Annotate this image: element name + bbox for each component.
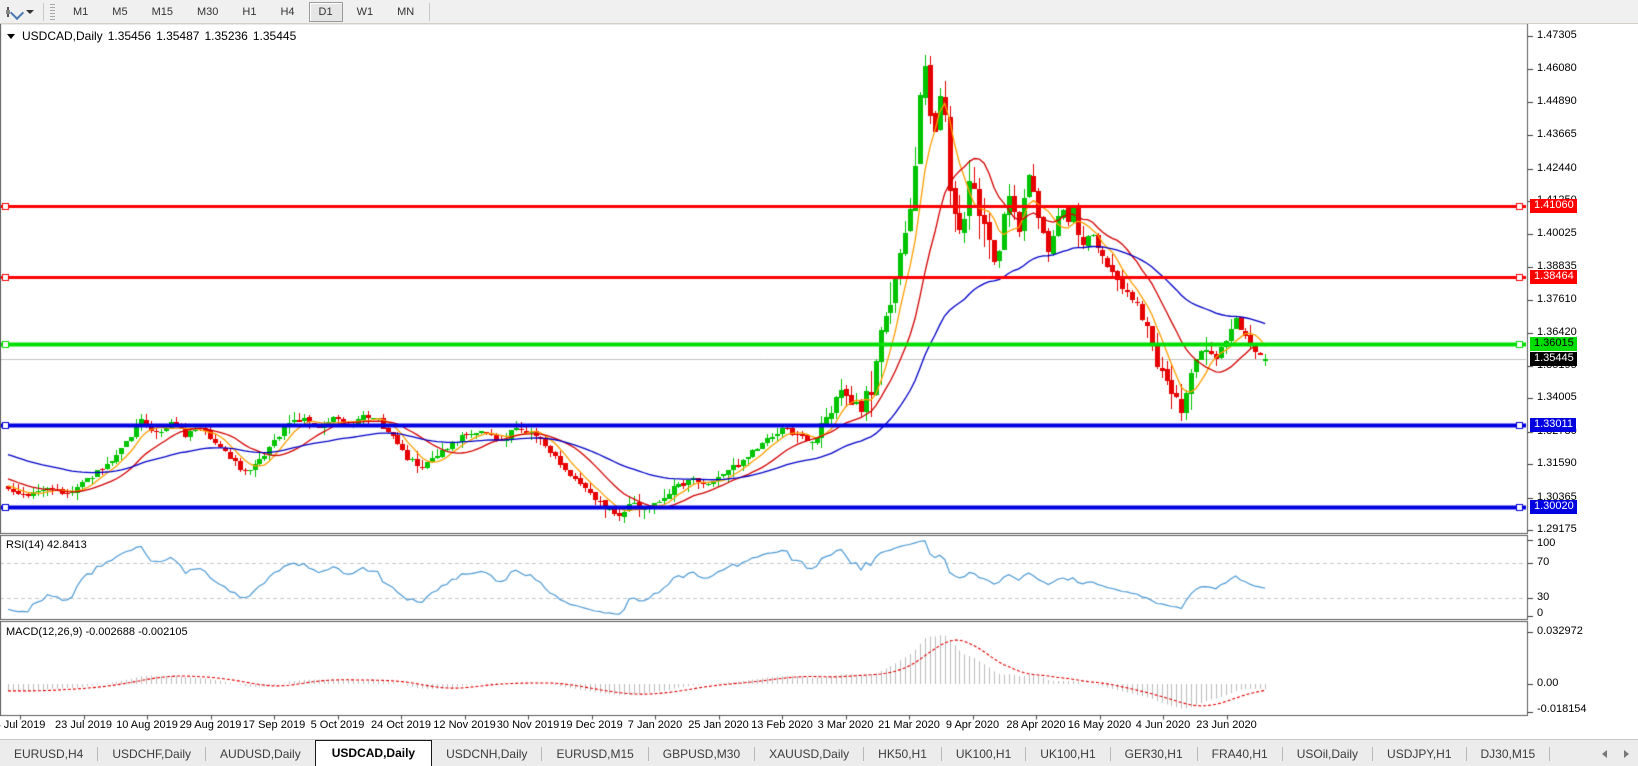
level-price-tag: 1.38464 bbox=[1530, 270, 1577, 284]
toolbar-separator bbox=[43, 2, 44, 21]
rsi-tick-label: 100 bbox=[1537, 536, 1556, 549]
macd-tick-label: 0.032972 bbox=[1537, 625, 1583, 637]
rsi-tick-label: 0 bbox=[1537, 606, 1544, 619]
date-tick-label: 13 Feb 2020 bbox=[751, 719, 813, 731]
date-tick-label: 17 Sep 2019 bbox=[242, 719, 306, 731]
price-tick-label: 1.37610 bbox=[1537, 293, 1577, 305]
date-tick-label: 12 Nov 2019 bbox=[433, 719, 496, 731]
date-tick-label: 19 Dec 2019 bbox=[560, 719, 623, 731]
price-tick-label: 1.34005 bbox=[1537, 391, 1577, 403]
timeframe-button-m30[interactable]: M30 bbox=[187, 2, 228, 22]
chart-tab-bar: EURUSD,H4 USDCHF,Daily AUDUSD,Daily USDCAD,… bbox=[0, 739, 1638, 766]
price-tick-label: 1.40025 bbox=[1537, 227, 1577, 239]
chart-tab-usdjpy-h1[interactable]: USDJPY,H1 bbox=[1373, 742, 1465, 766]
level-price-tag: 1.41060 bbox=[1530, 199, 1577, 213]
collapse-indicator-icon[interactable] bbox=[7, 33, 15, 39]
ohlc-close: 1.35445 bbox=[252, 29, 297, 43]
date-tick-label: 23 Jun 2020 bbox=[1196, 719, 1257, 731]
chart-tab-gbpusd-m30[interactable]: GBPUSD,M30 bbox=[649, 742, 754, 766]
chart-tab-hk50-h1[interactable]: HK50,H1 bbox=[864, 742, 941, 766]
timeframe-button-h4[interactable]: H4 bbox=[270, 2, 304, 22]
timeframe-button-d1[interactable]: D1 bbox=[308, 1, 343, 22]
rsi-panel-title: RSI(14) 42.8413 bbox=[6, 539, 87, 551]
timeframe-button-m1[interactable]: M1 bbox=[63, 2, 98, 22]
price-tick-label: 1.47305 bbox=[1537, 29, 1577, 41]
level-price-tag: 1.33011 bbox=[1530, 418, 1576, 432]
chart-tab-usdcad-daily[interactable]: USDCAD,Daily bbox=[314, 740, 433, 766]
chart-tab-xauusd-daily[interactable]: XAUUSD,Daily bbox=[755, 742, 863, 766]
price-tick-label: 1.46080 bbox=[1537, 62, 1577, 74]
tab-separator bbox=[1549, 747, 1551, 761]
tab-scroll-right-icon[interactable] bbox=[1617, 745, 1635, 763]
date-tick-label: 29 Aug 2019 bbox=[179, 719, 242, 731]
chart-tab-eurusd-h4[interactable]: EURUSD,H4 bbox=[0, 742, 97, 766]
timeframe-button-mn[interactable]: MN bbox=[387, 2, 424, 22]
timeframe-buttons: M1 M5 M15 M30 H1 H4 D1 W1 MN bbox=[61, 1, 426, 22]
chart-tab-uk100-h1[interactable]: UK100,H1 bbox=[1026, 742, 1109, 766]
macd-panel-title: MACD(12,26,9) -0.002688 -0.002105 bbox=[6, 626, 188, 638]
ohlc-low: 1.35236 bbox=[204, 29, 248, 43]
date-tick-label: 4 Jul 2019 bbox=[0, 719, 46, 731]
level-price-tag: 1.36015 bbox=[1530, 337, 1577, 351]
chart-tab-eurusd-m15[interactable]: EURUSD,M15 bbox=[542, 742, 647, 766]
chart-tab-dj30-m15[interactable]: DJ30,M15 bbox=[1467, 742, 1550, 766]
date-tick-label: 3 Mar 2020 bbox=[817, 719, 874, 731]
timeframe-button-w1[interactable]: W1 bbox=[347, 2, 384, 22]
price-tick-label: 1.31590 bbox=[1537, 457, 1577, 469]
chart-tab-uk100-h1[interactable]: UK100,H1 bbox=[942, 742, 1025, 766]
date-tick-label: 4 Jun 2020 bbox=[1135, 719, 1191, 731]
chart-tab-fra40-h1[interactable]: FRA40,H1 bbox=[1198, 742, 1282, 766]
chart-cursor-icon[interactable] bbox=[4, 4, 25, 20]
chart-symbol-label: USDCAD,Daily bbox=[22, 29, 103, 43]
macd-tick-label: -0.018154 bbox=[1537, 702, 1587, 715]
toolbar-drag-grip[interactable] bbox=[50, 3, 55, 20]
date-tick-label: 28 Apr 2020 bbox=[1006, 719, 1066, 731]
timeframe-button-m5[interactable]: M5 bbox=[102, 2, 137, 22]
price-tick-label: 1.43665 bbox=[1537, 128, 1577, 140]
tab-scroll-left-icon[interactable] bbox=[1596, 745, 1614, 763]
timeframe-button-m15[interactable]: M15 bbox=[142, 2, 183, 22]
rsi-tick-label: 70 bbox=[1537, 556, 1550, 568]
date-tick-label: 30 Nov 2019 bbox=[496, 719, 560, 731]
price-chart-canvas[interactable] bbox=[0, 0, 1638, 742]
price-tick-label: 1.29175 bbox=[1537, 523, 1577, 535]
mt4-terminal: { "toolbar": { "periods": [ {"label":"M1… bbox=[0, 0, 1638, 766]
chart-tab-ger30-h1[interactable]: GER30,H1 bbox=[1111, 742, 1197, 766]
chart-tab-usoil-daily[interactable]: USOil,Daily bbox=[1283, 742, 1372, 766]
chart-tab-usdchf-daily[interactable]: USDCHF,Daily bbox=[98, 742, 205, 766]
date-tick-label: 24 Oct 2019 bbox=[371, 719, 431, 731]
ohlc-high: 1.35487 bbox=[156, 29, 200, 43]
chart-tabs: EURUSD,H4 USDCHF,Daily AUDUSD,Daily USDCAD,… bbox=[0, 740, 1551, 766]
toolbar-separator bbox=[429, 2, 431, 21]
macd-tick-label: 0.00 bbox=[1537, 677, 1559, 689]
chart-symbol-header: USDCAD,Daily 1.35456 1.35487 1.35236 1.3… bbox=[7, 29, 296, 43]
chevron-down-icon[interactable] bbox=[26, 9, 34, 14]
timeframe-button-h1[interactable]: H1 bbox=[232, 2, 266, 22]
chart-tab-usdcnh-daily[interactable]: USDCNH,Daily bbox=[432, 742, 541, 766]
current-price-tag: 1.35445 bbox=[1530, 352, 1577, 366]
date-tick-label: 16 May 2020 bbox=[1067, 719, 1132, 731]
rsi-tick-label: 30 bbox=[1537, 591, 1550, 603]
chart-tab-audusd-daily[interactable]: AUDUSD,Daily bbox=[206, 742, 315, 766]
level-price-tag: 1.30020 bbox=[1530, 500, 1577, 514]
date-tick-label: 21 Mar 2020 bbox=[878, 719, 940, 731]
date-tick-label: 23 Jul 2019 bbox=[55, 719, 112, 731]
date-tick-label: 5 Oct 2019 bbox=[310, 719, 365, 731]
date-tick-label: 10 Aug 2019 bbox=[116, 719, 178, 731]
price-tick-label: 1.44890 bbox=[1537, 95, 1577, 107]
date-tick-label: 25 Jan 2020 bbox=[688, 719, 749, 731]
ohlc-open: 1.35456 bbox=[107, 29, 152, 43]
date-tick-label: 7 Jan 2020 bbox=[627, 719, 683, 731]
date-tick-label: 9 Apr 2020 bbox=[945, 719, 1000, 731]
price-tick-label: 1.42440 bbox=[1537, 162, 1577, 174]
timeframe-toolbar: M1 M5 M15 M30 H1 H4 D1 W1 MN bbox=[0, 0, 1638, 24]
